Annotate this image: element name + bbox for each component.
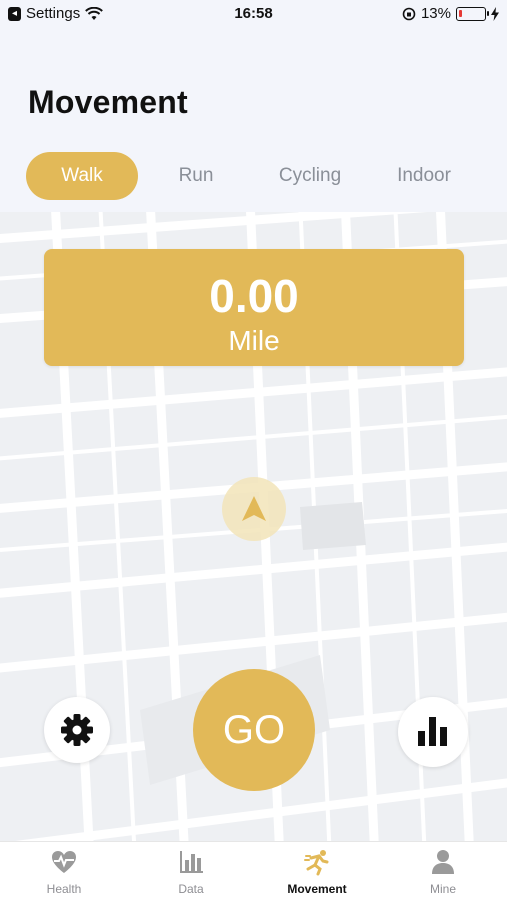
distance-card: 0.00 Mile — [44, 249, 464, 366]
nav-item-health[interactable]: Health — [14, 848, 114, 896]
status-bar: ◂ Settings 16:58 13% — [0, 0, 507, 28]
tab-indoor[interactable]: Indoor — [376, 152, 472, 200]
person-icon — [432, 850, 454, 874]
heart-pulse-icon — [52, 851, 76, 873]
settings-button[interactable] — [44, 697, 110, 763]
nav-item-movement[interactable]: Movement — [267, 848, 367, 896]
charging-bolt-icon — [491, 6, 499, 21]
battery-percent: 13% — [420, 5, 451, 22]
header: ◂ Settings 16:58 13% Movement Walk Run C… — [0, 0, 507, 212]
distance-value: 0.00 — [209, 270, 299, 322]
nav-item-mine[interactable]: Mine — [393, 848, 493, 896]
battery-fill — [459, 9, 462, 17]
go-button[interactable]: GO — [193, 669, 315, 791]
nav-label-movement: Movement — [287, 882, 347, 896]
bar-chart-icon — [418, 717, 447, 746]
nav-label-data: Data — [178, 882, 204, 896]
bar-chart-icon — [180, 851, 203, 873]
activity-tabs: Walk Run Cycling Indoor — [26, 152, 486, 200]
nav-label-health: Health — [46, 882, 82, 896]
gear-icon — [61, 714, 93, 746]
tab-walk[interactable]: Walk — [26, 152, 138, 200]
page-title: Movement — [28, 84, 188, 120]
location-arrow-icon — [242, 496, 266, 521]
statistics-button[interactable] — [398, 697, 468, 767]
nav-item-data[interactable]: Data — [141, 848, 241, 896]
bottom-nav: Health Data Movement Mine — [0, 841, 507, 900]
orientation-lock-icon — [402, 7, 416, 20]
distance-unit: Mile — [228, 325, 280, 356]
tab-run[interactable]: Run — [152, 152, 240, 200]
current-location-marker — [222, 477, 286, 541]
runner-icon — [304, 850, 329, 876]
tab-cycling[interactable]: Cycling — [258, 152, 362, 200]
nav-label-mine: Mine — [429, 882, 456, 896]
status-right: 13% — [402, 5, 499, 22]
battery-icon — [456, 6, 489, 21]
